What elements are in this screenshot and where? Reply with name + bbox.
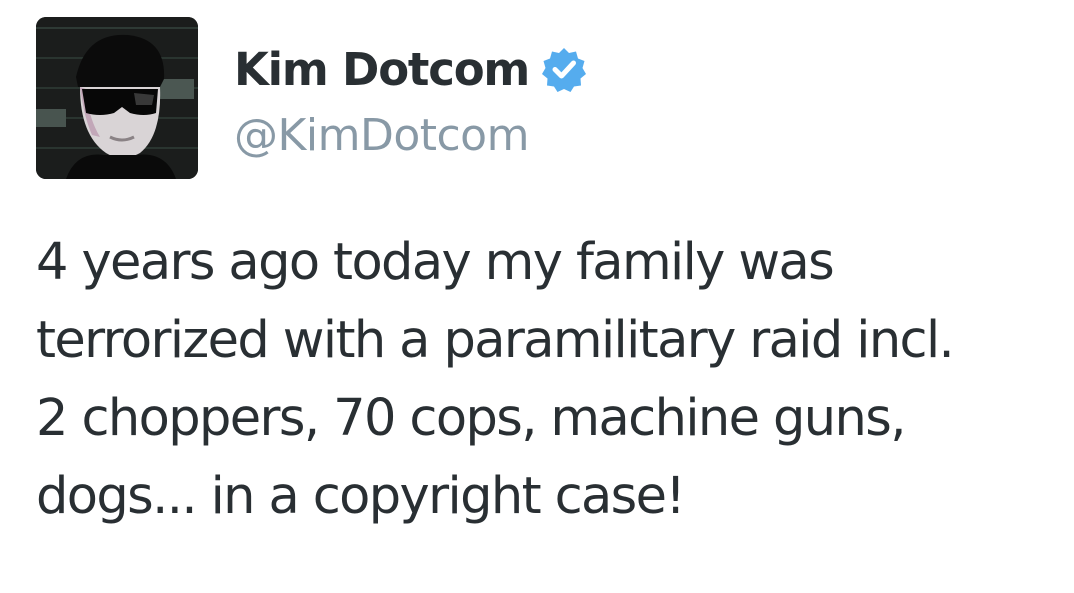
tweet-card: Kim Dotcom @KimDotcom 4 years ago today … xyxy=(0,0,1074,593)
tweet-text: 4 years ago today my family was terroriz… xyxy=(36,224,1056,536)
tweet-text-line: 4 years ago today my family was xyxy=(36,233,835,292)
author-handle[interactable]: @KimDotcom xyxy=(234,110,529,161)
tweet-text-line: 2 choppers, 70 cops, machine guns, xyxy=(36,389,906,448)
avatar-image xyxy=(36,17,198,179)
tweet-text-line: dogs... in a copyright case! xyxy=(36,467,686,526)
tweet-text-line: terrorized with a paramilitary raid incl… xyxy=(36,311,955,370)
display-name[interactable]: Kim Dotcom xyxy=(234,43,530,96)
verified-badge-icon xyxy=(541,46,587,92)
profile-avatar[interactable] xyxy=(36,17,198,179)
author-name-row: Kim Dotcom xyxy=(234,38,587,100)
